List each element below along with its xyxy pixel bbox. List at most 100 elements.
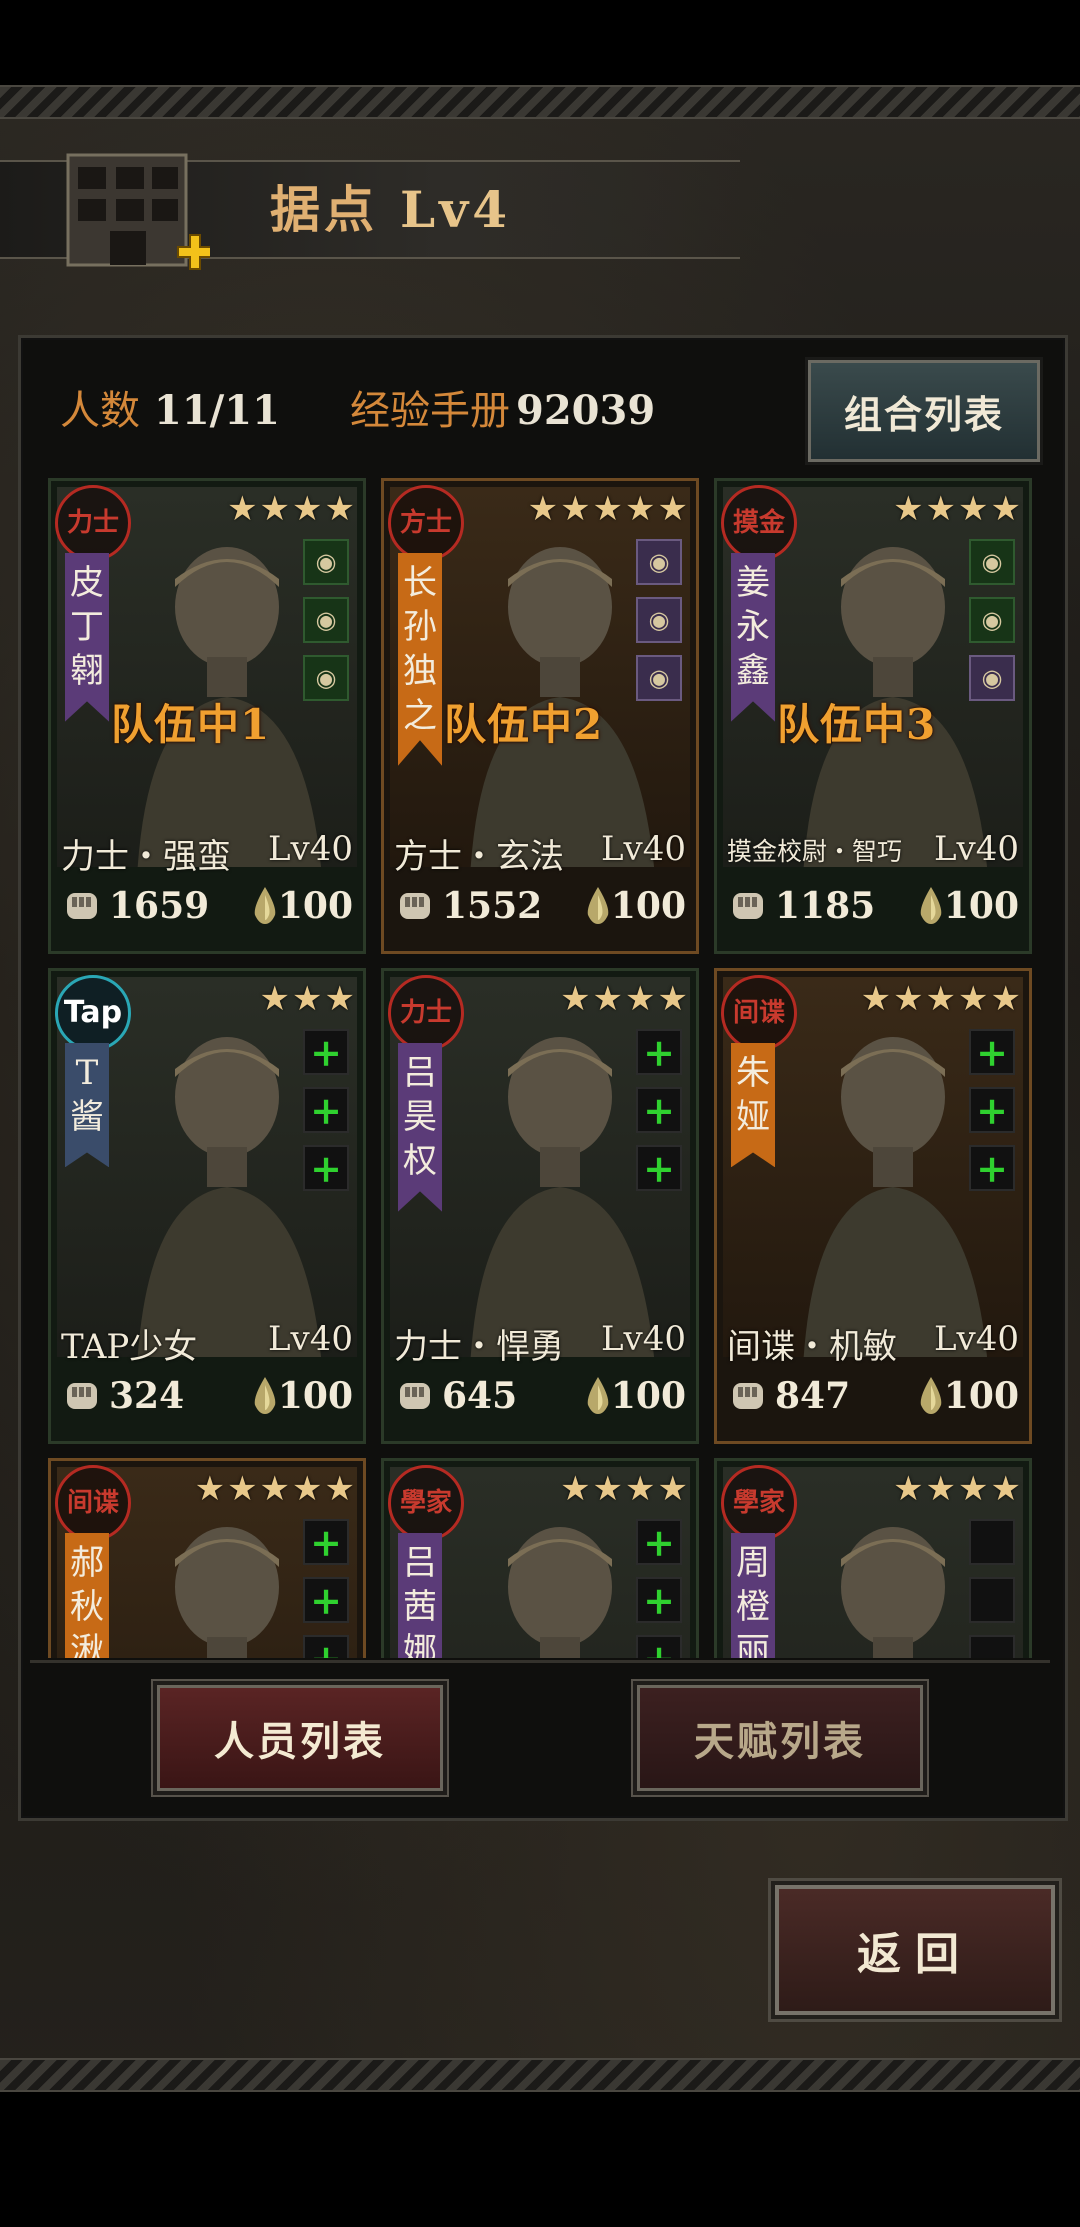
equipment-slots: + + + <box>636 1029 684 1203</box>
population-label: 人数 <box>60 388 140 434</box>
personnel-list-button[interactable]: 人员列表 <box>157 1685 443 1791</box>
star-rating: ★★★ <box>259 979 357 1019</box>
orb-icon[interactable]: ◉ <box>969 539 1015 585</box>
helmet-icon[interactable]: ◉ <box>303 655 349 701</box>
character-name: 吕茜娜 <box>398 1533 442 1658</box>
ring-icon[interactable]: ◉ <box>303 597 349 643</box>
star-rating: ★★★★★ <box>194 1469 357 1509</box>
add-equipment-icon[interactable]: + <box>303 1087 349 1133</box>
stamina-value: 100 <box>277 1375 353 1417</box>
job-title: 力士・悍勇 <box>394 1327 564 1367</box>
combo-list-button[interactable]: 组合列表 <box>808 360 1040 462</box>
stamina-value: 100 <box>943 1375 1019 1417</box>
character-level: Lv40 <box>267 1319 353 1359</box>
job-line: 方士・玄法 Lv40 <box>394 829 686 878</box>
team-status-label: 队伍中1 <box>111 700 271 749</box>
combat-power: 645 <box>442 1375 518 1417</box>
empty-slot-icon[interactable] <box>969 1519 1015 1565</box>
exp-manual-label: 经验手册 <box>350 388 510 434</box>
add-equipment-icon[interactable]: + <box>636 1145 682 1191</box>
return-button[interactable]: 返回 <box>775 1885 1055 2015</box>
combat-power: 324 <box>109 1375 185 1417</box>
fist-power-icon <box>67 1383 97 1409</box>
ring-icon[interactable]: ◉ <box>969 655 1015 701</box>
add-equipment-icon[interactable]: + <box>636 1029 682 1075</box>
character-level: Lv40 <box>600 829 686 869</box>
star-rating: ★★★★ <box>560 979 690 1019</box>
character-grid[interactable]: 力士 皮丁翱 ★★★★ ◉ ◉ ◉ 队伍中1 力士・强蛮 Lv40 1659 100 方士 长孙独之 ★★… <box>48 478 1038 1658</box>
job-title: 间谍・机敏 <box>727 1327 897 1367</box>
add-equipment-icon[interactable]: + <box>969 1029 1015 1075</box>
empty-slot-icon[interactable] <box>969 1635 1015 1658</box>
base-building-icon[interactable] <box>60 135 213 285</box>
talent-list-button[interactable]: 天赋列表 <box>637 1685 923 1791</box>
scroll-icon[interactable]: ◉ <box>303 539 349 585</box>
job-line: 间谍・机敏 Lv40 <box>727 1319 1019 1368</box>
card-stats: 1659 100 <box>51 879 363 939</box>
card-stats: 1185 100 <box>717 879 1029 939</box>
top-border <box>0 85 1080 119</box>
star-rating: ★★★★ <box>893 1469 1023 1509</box>
bottom-border <box>0 2058 1080 2092</box>
fist-power-icon <box>400 893 430 919</box>
population-stat: 人数 11/11 <box>60 378 280 436</box>
beetle-icon[interactable]: ◉ <box>636 539 682 585</box>
equipment-slots: ◉ ◉ ◉ <box>969 539 1017 713</box>
character-figure <box>175 1527 279 1658</box>
job-title: 力士・强蛮 <box>61 837 231 877</box>
character-figure <box>470 1037 654 1357</box>
equipment-slots: ◉ ◉ ◉ <box>636 539 684 713</box>
character-figure <box>803 1037 987 1357</box>
add-equipment-icon[interactable]: + <box>969 1087 1015 1133</box>
character-card[interactable]: 學家 周橙丽 ★★★★ <box>714 1458 1032 1658</box>
combat-power: 847 <box>775 1375 851 1417</box>
character-name: T酱 <box>65 1043 109 1168</box>
ring-icon[interactable]: ◉ <box>636 655 682 701</box>
job-line: 力士・悍勇 Lv40 <box>394 1319 686 1368</box>
add-equipment-icon[interactable]: + <box>303 1519 349 1565</box>
base-label: 据点 <box>270 180 378 239</box>
character-card[interactable]: 方士 长孙独之 ★★★★★ ◉ ◉ ◉ 队伍中2 方士・玄法 Lv40 1552 100 <box>381 478 699 954</box>
character-card[interactable]: 间谍 朱娅 ★★★★★ + + + 间谍・机敏 Lv40 847 100 <box>714 968 1032 1444</box>
character-name: 吕昊权 <box>398 1043 442 1212</box>
empty-slot-icon[interactable] <box>969 1577 1015 1623</box>
add-equipment-icon[interactable]: + <box>636 1519 682 1565</box>
character-name: 姜永鑫 <box>731 553 775 722</box>
stamina-drop-icon <box>587 887 609 924</box>
add-equipment-icon[interactable]: + <box>303 1029 349 1075</box>
divider <box>30 1660 1050 1663</box>
class-seal: 间谍 <box>721 975 797 1051</box>
character-name: 长孙独之 <box>398 553 442 766</box>
character-level: Lv40 <box>600 1319 686 1359</box>
stamina-value: 100 <box>943 885 1019 927</box>
stamina-value: 100 <box>277 885 353 927</box>
character-card[interactable]: Tap T酱 ★★★ + + + TAP少女 Lv40 324 100 <box>48 968 366 1444</box>
add-equipment-icon[interactable]: + <box>636 1577 682 1623</box>
add-equipment-icon[interactable]: + <box>303 1145 349 1191</box>
ring-icon[interactable]: ◉ <box>636 597 682 643</box>
character-name: 郝秋湫 <box>65 1533 109 1658</box>
character-card[interactable]: 學家 吕茜娜 ★★★★ + + + <box>381 1458 699 1658</box>
job-title: 摸金校尉・智巧 <box>727 837 903 866</box>
character-card[interactable]: 力士 皮丁翱 ★★★★ ◉ ◉ ◉ 队伍中1 力士・强蛮 Lv40 1659 100 <box>48 478 366 954</box>
add-equipment-icon[interactable]: + <box>303 1577 349 1623</box>
team-status-label: 队伍中2 <box>444 700 604 749</box>
add-equipment-icon[interactable]: + <box>303 1635 349 1658</box>
exp-manual-stat: 经验手册 92039 <box>350 378 655 436</box>
character-card[interactable]: 摸金 姜永鑫 ★★★★ ◉ ◉ ◉ 队伍中3 摸金校尉・智巧 Lv40 1185 100 <box>714 478 1032 954</box>
character-name: 皮丁翱 <box>65 553 109 722</box>
character-card[interactable]: 间谍 郝秋湫 ★★★★★ + + + <box>48 1458 366 1658</box>
base-level: Lv4 <box>400 180 511 239</box>
character-figure <box>137 1037 321 1357</box>
base-title: 据点 Lv4 <box>270 170 511 242</box>
add-equipment-icon[interactable]: + <box>636 1087 682 1133</box>
add-equipment-icon[interactable]: + <box>636 1635 682 1658</box>
fist-power-icon <box>733 893 763 919</box>
character-card[interactable]: 力士 吕昊权 ★★★★ + + + 力士・悍勇 Lv40 645 100 <box>381 968 699 1444</box>
stamina-drop-icon <box>254 887 276 924</box>
amulet-icon[interactable]: ◉ <box>969 597 1015 643</box>
fist-power-icon <box>733 1383 763 1409</box>
job-line: 力士・强蛮 Lv40 <box>61 829 353 878</box>
class-seal: 摸金 <box>721 485 797 561</box>
add-equipment-icon[interactable]: + <box>969 1145 1015 1191</box>
